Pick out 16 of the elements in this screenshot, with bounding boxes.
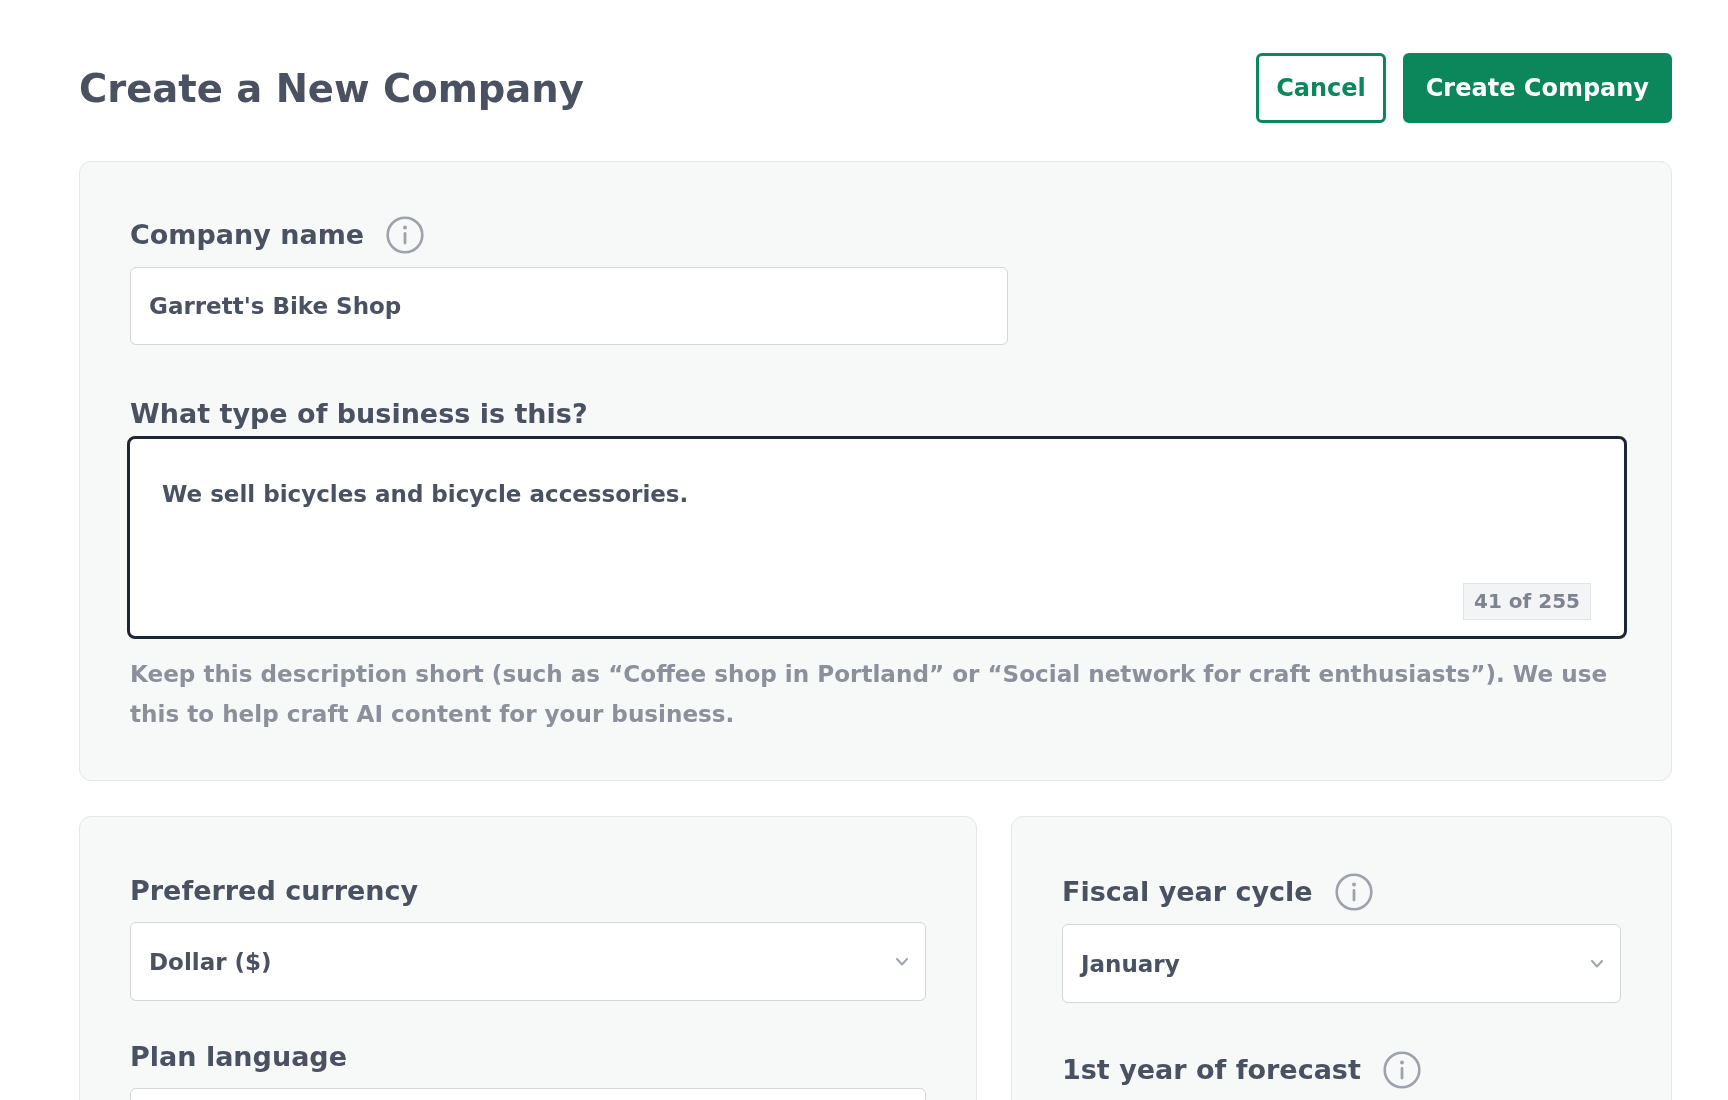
field-label: What type of business is this? <box>130 397 588 431</box>
page-title: Create a New Company <box>79 65 584 111</box>
select-field[interactable]: Dollar ($) <box>130 922 926 1001</box>
create-button[interactable]: Create Company <box>1402 53 1672 123</box>
field-label: Company name <box>130 218 365 252</box>
chevron-down-icon <box>896 957 908 966</box>
field-label: Fiscal year cycle <box>1062 875 1313 909</box>
text-field[interactable]: Garrett's Bike Shop <box>130 267 1008 345</box>
help-text: Keep this description short (such as “Coffee shop in Portland” or “Social network for craft enthusiasts”). We use this to help craft AI content for your business. <box>130 660 1609 729</box>
chevron-down-icon <box>1591 959 1603 968</box>
field-label: Plan language <box>130 1040 347 1074</box>
cancel-button[interactable]: Cancel <box>1256 53 1386 123</box>
field-label: Preferred currency <box>130 874 419 908</box>
field-label: 1st year of forecast <box>1062 1053 1361 1087</box>
select-field[interactable]: January <box>1062 924 1621 1003</box>
character-counter: 41 of 255 <box>1463 583 1591 620</box>
